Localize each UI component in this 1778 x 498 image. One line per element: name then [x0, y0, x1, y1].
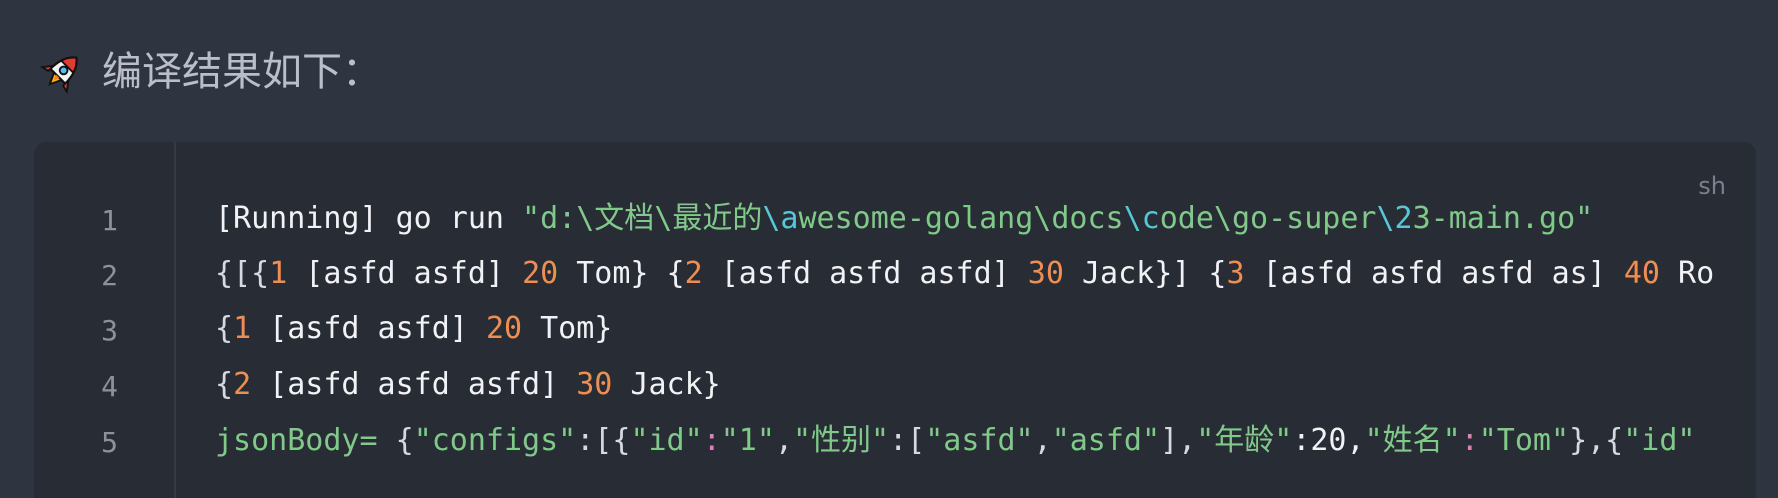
code-token: 3: [1226, 256, 1245, 291]
result-heading: 编译结果如下：: [38, 44, 382, 100]
line-number: 2: [101, 259, 118, 292]
code-token: \2: [1376, 201, 1413, 236]
code-token: "asfd": [925, 423, 1034, 458]
code-token: 40: [1623, 256, 1660, 291]
code-token: :[{: [576, 423, 631, 458]
code-token: Jack}] {: [1063, 256, 1227, 291]
code-token: 1: [233, 311, 252, 346]
code-token: :[: [889, 423, 926, 458]
code-token: {: [215, 311, 234, 346]
code-token: "d:\文档\最近的: [522, 201, 763, 236]
code-token: 2: [233, 367, 252, 402]
code-token: [asfd asfd asfd as]: [1244, 256, 1624, 291]
code-line: [Running] go run "d:\文档\最近的\awesome-gola…: [215, 204, 1593, 234]
code-token: "性别": [793, 423, 890, 458]
code-content[interactable]: [Running] go run "d:\文档\最近的\awesome-gola…: [215, 142, 1756, 498]
line-number: 1: [101, 204, 118, 237]
code-token: 30: [576, 367, 613, 402]
code-token: Tom} {: [558, 256, 685, 291]
code-token: "姓名": [1364, 423, 1461, 458]
code-token: {: [215, 367, 234, 402]
code-token: wesome-golang\docs: [798, 201, 1124, 236]
code-line: {[{1 [asfd asfd] 20 Tom} {2 [asfd asfd a…: [215, 259, 1714, 289]
code-block: 1 2 3 4 5 sh [Running] go run "d:\文档\最近的…: [34, 142, 1756, 498]
code-token: "id": [1623, 423, 1696, 458]
code-token: "年龄": [1196, 423, 1293, 458]
code-token: Ro: [1659, 256, 1715, 291]
code-line: {1 [asfd asfd] 20 Tom}: [215, 314, 612, 344]
code-token: 3-main.go": [1412, 201, 1594, 236]
code-token: 30: [1027, 256, 1064, 291]
code-token: [asfd asfd asfd]: [251, 367, 577, 402]
line-number: 3: [101, 314, 118, 347]
code-token: Jack}: [612, 367, 721, 402]
code-token: },{: [1569, 423, 1624, 458]
code-token: {[{: [215, 256, 270, 291]
line-number: 4: [101, 370, 118, 403]
code-token: [asfd asfd]: [251, 311, 486, 346]
code-token: jsonBody=: [215, 423, 396, 458]
code-token: [asfd asfd]: [287, 256, 523, 291]
code-token: Tom}: [522, 311, 613, 346]
code-token: ode\go-super: [1159, 201, 1377, 236]
code-token: 2: [684, 256, 703, 291]
code-token: "configs": [413, 423, 577, 458]
line-number-gutter: 1 2 3 4 5: [34, 142, 176, 498]
code-token: "Tom": [1478, 423, 1570, 458]
code-token: 1: [269, 256, 288, 291]
code-token: :20,: [1292, 423, 1365, 458]
heading-text: 编译结果如下：: [102, 49, 382, 95]
code-token: ,: [774, 423, 793, 458]
code-token: ],: [1160, 423, 1197, 458]
code-token: [asfd asfd asfd]: [702, 256, 1028, 291]
code-token: "1": [720, 423, 775, 458]
code-token: [Running] go run: [215, 201, 523, 236]
code-line: {2 [asfd asfd asfd] 30 Jack}: [215, 370, 721, 400]
code-token: 20: [522, 256, 559, 291]
code-token: ,: [1033, 423, 1052, 458]
code-token: 20: [485, 311, 523, 346]
code-token: "asfd": [1051, 423, 1161, 458]
code-token: \c: [1123, 201, 1160, 236]
code-token: :: [1460, 423, 1479, 458]
line-number: 5: [101, 426, 118, 459]
code-token: {: [395, 423, 414, 458]
code-token: \a: [762, 201, 799, 236]
rocket-icon: [39, 56, 78, 95]
code-token: "id": [630, 423, 703, 458]
code-line: jsonBody= {"configs":[{"id":"1","性别":["a…: [215, 426, 1696, 456]
code-token: :: [702, 423, 721, 458]
